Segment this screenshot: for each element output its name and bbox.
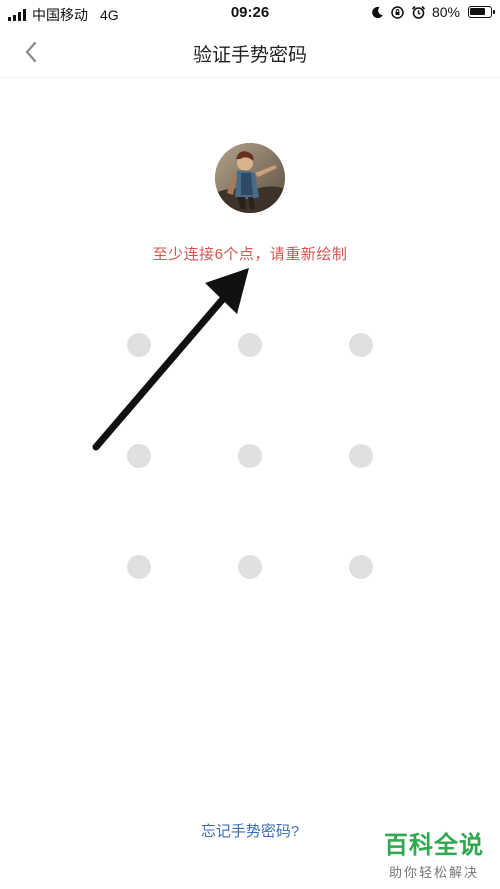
status-bar: 中国移动 4G 09:26 80% bbox=[0, 0, 500, 26]
moon-icon bbox=[371, 6, 384, 19]
pattern-dot-8[interactable] bbox=[238, 555, 262, 579]
watermark-title: 百科全说 bbox=[384, 832, 484, 859]
rotation-lock-icon bbox=[390, 5, 405, 20]
pattern-dot-6[interactable] bbox=[349, 444, 373, 468]
battery-percent: 80% bbox=[431, 4, 460, 20]
pattern-dot-7[interactable] bbox=[127, 555, 151, 579]
user-avatar-icon bbox=[215, 143, 285, 213]
avatar bbox=[215, 143, 285, 213]
alarm-icon bbox=[411, 5, 426, 20]
pattern-dot-9[interactable] bbox=[349, 555, 373, 579]
watermark-logo: 百科全说 助你轻松解决 bbox=[384, 825, 484, 881]
pattern-dot-5[interactable] bbox=[238, 444, 262, 468]
pattern-dot-2[interactable] bbox=[238, 333, 262, 357]
pattern-dot-4[interactable] bbox=[127, 444, 151, 468]
pattern-dot-3[interactable] bbox=[349, 333, 373, 357]
battery-icon bbox=[468, 6, 495, 18]
status-right: 80% bbox=[371, 4, 495, 20]
nav-bar: 验证手势密码 bbox=[0, 26, 500, 78]
watermark-subtitle: 助你轻松解决 bbox=[388, 865, 479, 880]
page-title: 验证手势密码 bbox=[192, 45, 307, 66]
battery-level bbox=[470, 8, 486, 15]
pattern-dot-1[interactable] bbox=[127, 333, 151, 357]
error-message: 至少连接6个点，请重新绘制 bbox=[152, 246, 348, 263]
